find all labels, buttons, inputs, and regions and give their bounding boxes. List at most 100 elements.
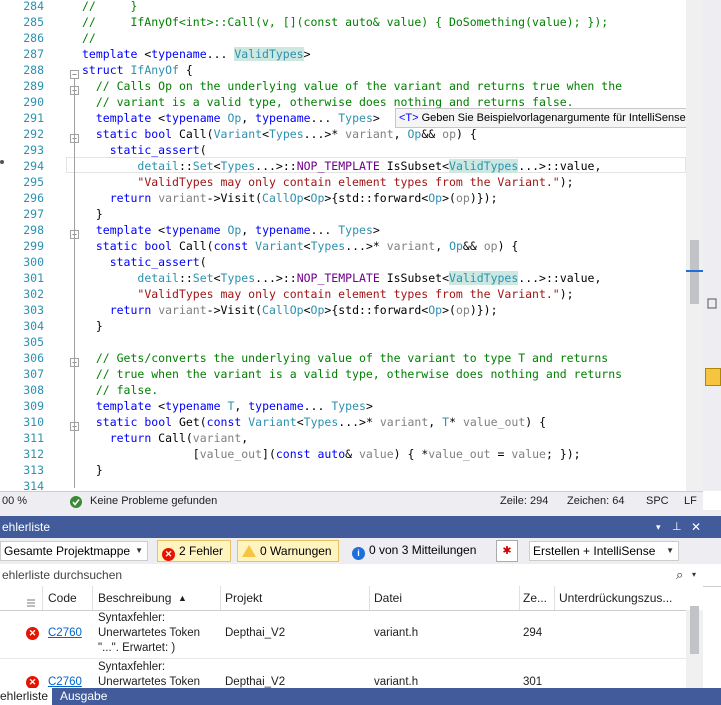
errors-count: 2 Fehler	[179, 544, 224, 558]
line-number: 289	[23, 79, 44, 93]
messages-filter-button[interactable]: i 0 von 3 Mitteilungen	[348, 540, 488, 562]
code-line[interactable]: template <typename Op, typename... Types…	[82, 110, 380, 126]
error-list-search[interactable]: ehlerliste durchsuchen ⌕ ▾	[0, 564, 721, 587]
line-number: 296	[23, 191, 44, 205]
code-editor[interactable]: 284 285 286 287 288 289 290 291 292 293 294 295 296 2…	[0, 0, 721, 491]
code-line[interactable]: template <typename T, typename... Types>	[82, 398, 373, 414]
error-list-scroll-thumb[interactable]	[690, 606, 699, 654]
line-number: 305	[23, 335, 44, 349]
code-line[interactable]: static bool Get(const Variant<Types...>*…	[82, 414, 546, 430]
line-number: 314	[23, 479, 44, 491]
code-line[interactable]: //	[82, 30, 96, 46]
table-row[interactable]: ✕ C2760 Syntaxfehler: Unerwartetes Token…	[0, 659, 686, 688]
template-args-tooltip[interactable]: <T> Geben Sie Beispielvorlagenargumente f…	[395, 108, 697, 128]
error-code-link[interactable]: C2760	[48, 627, 82, 639]
line-number: 300	[23, 255, 44, 269]
column-chooser-icon[interactable]	[26, 592, 36, 607]
code-line[interactable]: static bool Call(const Variant<Types...>…	[82, 238, 518, 254]
editor-scroll-thumb[interactable]	[690, 240, 699, 304]
line-number: 286	[23, 31, 44, 45]
code-line[interactable]: [value_out](const auto& value) { *value_…	[82, 446, 581, 462]
line-number: 302	[23, 287, 44, 301]
warnings-count: 0 Warnungen	[260, 544, 332, 558]
column-file[interactable]: Datei	[374, 586, 402, 610]
code-line[interactable]: return variant->Visit(CallOp<Op>{std::fo…	[82, 190, 498, 206]
whitespace-indicator[interactable]: SPC	[646, 492, 669, 511]
code-line[interactable]: // false.	[82, 382, 158, 398]
breakpoint-marker	[0, 160, 4, 164]
scope-dropdown[interactable]: Gesamte Projektmappe ▼	[0, 541, 148, 561]
code-line[interactable]: "ValidTypes may only contain element typ…	[82, 286, 573, 302]
build-filter-dropdown[interactable]: Erstellen + IntelliSense ▼	[529, 541, 679, 561]
error-icon: ✕	[26, 676, 39, 688]
pin-icon[interactable]: ⊥	[672, 516, 682, 538]
search-options-icon[interactable]: ▾	[692, 564, 696, 586]
error-file: variant.h	[374, 676, 419, 688]
error-line: 294	[523, 627, 543, 639]
info-icon: i	[352, 547, 365, 560]
line-number: 285	[23, 15, 44, 29]
line-number: 287	[23, 47, 44, 61]
pin-icon[interactable]	[705, 296, 719, 310]
code-line[interactable]: }	[82, 206, 103, 222]
warning-icon	[242, 545, 256, 557]
line-number-gutter: 284 285 286 287 288 289 290 291 292 293 294 295 296 2…	[0, 0, 66, 491]
code-line[interactable]: // }	[82, 0, 137, 14]
tab-error-list[interactable]: ehlerliste	[0, 688, 53, 705]
fold-region-line	[74, 78, 75, 488]
code-line[interactable]: "ValidTypes may only contain element typ…	[82, 174, 573, 190]
column-suppression[interactable]: Unterdrückungszus...	[559, 586, 672, 610]
error-code-link[interactable]: C2760	[48, 676, 82, 688]
column-description[interactable]: Beschreibung	[98, 586, 171, 610]
line-number: 295	[23, 175, 44, 189]
code-line[interactable]: detail::Set<Types...>::NOP_TEMPLATE IsSu…	[82, 270, 601, 286]
line-number: 291	[23, 111, 44, 125]
close-icon[interactable]: ✕	[691, 516, 701, 538]
column-code[interactable]: Code	[48, 586, 77, 610]
code-line[interactable]: // Gets/converts the underlying value of…	[82, 350, 608, 366]
code-line[interactable]: static_assert(	[82, 142, 207, 158]
line-ending-indicator[interactable]: LF	[684, 492, 697, 511]
error-description: Unerwartetes Token	[98, 627, 201, 639]
code-line[interactable]: // Calls Op on the underlying value of t…	[82, 78, 622, 94]
code-line[interactable]: detail::Set<Types...>::NOP_TEMPLATE IsSu…	[82, 158, 601, 174]
column-project[interactable]: Projekt	[225, 586, 262, 610]
code-line[interactable]: struct IfAnyOf {	[82, 62, 193, 78]
code-line[interactable]: return variant->Visit(CallOp<Op>{std::fo…	[82, 302, 498, 318]
filter-icon[interactable]: ✱	[496, 540, 518, 562]
error-description: Unerwartetes Token	[98, 676, 201, 688]
column-indicator: Zeichen: 64	[567, 495, 625, 507]
line-number: 313	[23, 463, 44, 477]
code-line[interactable]: }	[82, 318, 103, 334]
warnings-filter-button[interactable]: 0 Warnungen	[237, 540, 339, 562]
line-number: 288	[23, 63, 44, 77]
code-line[interactable]: return Call(variant,	[82, 430, 249, 446]
code-line[interactable]: template <typename Op, typename... Types…	[82, 222, 380, 238]
error-description: "...". Erwartet: )	[98, 642, 176, 654]
search-input[interactable]: ehlerliste durchsuchen	[2, 564, 122, 586]
line-number: 309	[23, 399, 44, 413]
lightbulb-icon[interactable]	[705, 368, 721, 386]
line-indicator: Zeile: 294	[500, 495, 549, 507]
code-line[interactable]: // IfAnyOf<int>::Call(v, [](const auto& …	[82, 14, 608, 30]
column-line[interactable]: Ze...	[523, 586, 547, 610]
problems-status[interactable]: Keine Probleme gefunden	[90, 492, 217, 511]
code-line[interactable]: }	[82, 462, 103, 478]
code-line[interactable]: static_assert(	[82, 254, 207, 270]
code-line[interactable]: template <typename... ValidTypes>	[82, 46, 311, 62]
error-file: variant.h	[374, 627, 419, 639]
bottom-tabs: ehlerliste Ausgabe	[0, 688, 721, 705]
zoom-level[interactable]: 00 %	[2, 492, 27, 511]
search-icon[interactable]: ⌕	[676, 564, 683, 586]
code-line[interactable]: // true when the variant is a valid type…	[82, 366, 622, 382]
chevron-down-icon: ▼	[666, 546, 674, 555]
line-number: 307	[23, 367, 44, 381]
errors-filter-button[interactable]: ✕ 2 Fehler	[157, 540, 231, 562]
table-row[interactable]: ✕ C2760 Syntaxfehler: Unerwartetes Token…	[0, 610, 686, 659]
window-dropdown-icon[interactable]: ▾	[656, 516, 661, 538]
right-tool-strip	[703, 0, 721, 491]
line-number: 299	[23, 239, 44, 253]
error-list-title-bar[interactable]: ehlerliste ▾ ⊥ ✕	[0, 516, 721, 538]
code-line[interactable]: static bool Call(Variant<Types...>* vari…	[82, 126, 477, 142]
tab-output[interactable]: Ausgabe	[60, 688, 107, 705]
